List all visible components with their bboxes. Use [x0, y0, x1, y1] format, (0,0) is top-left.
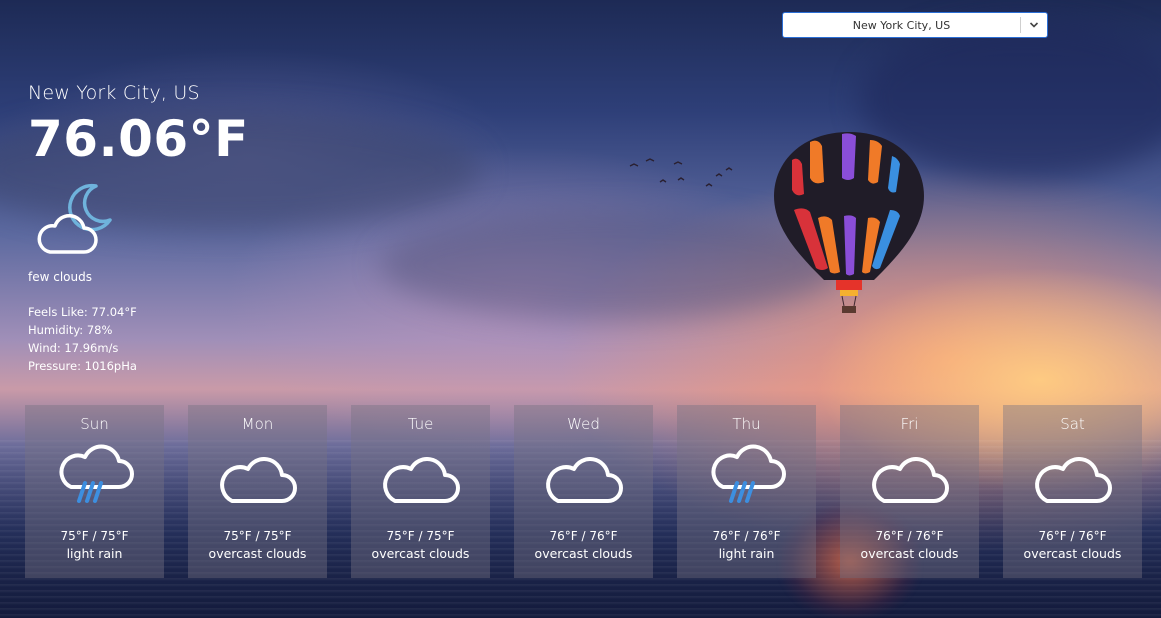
pressure: Pressure: 1016pHa	[28, 359, 137, 373]
forecast-condition: overcast clouds	[534, 546, 633, 561]
cloud-icon	[871, 457, 949, 503]
forecast-range: 75°F / 75°F	[386, 529, 455, 543]
city-select[interactable]: New York City, US	[782, 12, 1048, 38]
forecast-range: 75°F / 75°F	[223, 529, 292, 543]
forecast-range: 76°F / 76°F	[875, 529, 944, 543]
current-weather: New York City, US 76.06°F few clouds Fee…	[28, 82, 249, 373]
current-temperature: 76.06°F	[28, 110, 249, 168]
forecast-card-fri: Fri 76°F / 76°F overcast clouds	[840, 405, 979, 578]
forecast-card-thu: Thu 76°F / 76°F light rain	[677, 405, 816, 578]
cloud-icon	[382, 457, 460, 503]
forecast-day: Thu	[732, 415, 761, 433]
birds-graphic	[629, 158, 733, 187]
chevron-down-icon[interactable]	[1021, 13, 1047, 37]
current-description: few clouds	[28, 270, 92, 284]
feels-like: Feels Like: 77.04°F	[28, 305, 137, 319]
forecast-day: Tue	[407, 415, 434, 433]
humidity: Humidity: 78%	[28, 323, 113, 337]
forecast-condition: overcast clouds	[860, 546, 959, 561]
forecast-range: 75°F / 75°F	[60, 529, 129, 543]
forecast-card-tue: Tue 75°F / 75°F overcast clouds	[351, 405, 490, 578]
current-stats: Feels Like: 77.04°F Humidity: 78% Wind: …	[28, 303, 137, 375]
forecast-card-sat: Sat 76°F / 76°F overcast clouds	[1003, 405, 1142, 578]
forecast-day: Mon	[241, 415, 274, 433]
forecast-condition: light rain	[718, 546, 775, 561]
forecast-day: Sat	[1060, 415, 1085, 433]
forecast-day: Sun	[80, 415, 109, 433]
forecast-range: 76°F / 76°F	[1038, 529, 1107, 543]
wind: Wind: 17.96m/s	[28, 341, 119, 355]
cloud-icon	[545, 457, 623, 503]
forecast-range: 76°F / 76°F	[712, 529, 781, 543]
forecast-condition: overcast clouds	[1023, 546, 1122, 561]
forecast-card-sun: Sun 75°F / 75°F light rain	[25, 405, 164, 578]
forecast-condition: light rain	[66, 546, 123, 561]
forecast-range: 76°F / 76°F	[549, 529, 618, 543]
forecast-day: Wed	[567, 415, 600, 433]
hot-air-balloon-graphic	[774, 132, 924, 313]
forecast-condition: overcast clouds	[371, 546, 470, 561]
cloud-icon	[1034, 457, 1112, 503]
forecast-card-mon: Mon 75°F / 75°F overcast clouds	[188, 405, 327, 578]
forecast-day: Fri	[900, 415, 919, 433]
background-scene: New York City, US New York City, US 76.0…	[0, 0, 1161, 618]
city-select-value: New York City, US	[852, 18, 951, 32]
cloud-icon	[219, 457, 297, 503]
cloud-band	[380, 210, 840, 320]
rain-cloud-icon	[710, 444, 786, 503]
forecast-condition: overcast clouds	[208, 546, 307, 561]
forecast-list: Sun 75°F / 75°F light rain Mon 75°F / 75…	[25, 405, 1142, 578]
current-location: New York City, US	[28, 82, 200, 104]
forecast-card-wed: Wed 76°F / 76°F overcast clouds	[514, 405, 653, 578]
rain-cloud-icon	[58, 444, 134, 503]
few-clouds-night-icon	[37, 183, 112, 254]
